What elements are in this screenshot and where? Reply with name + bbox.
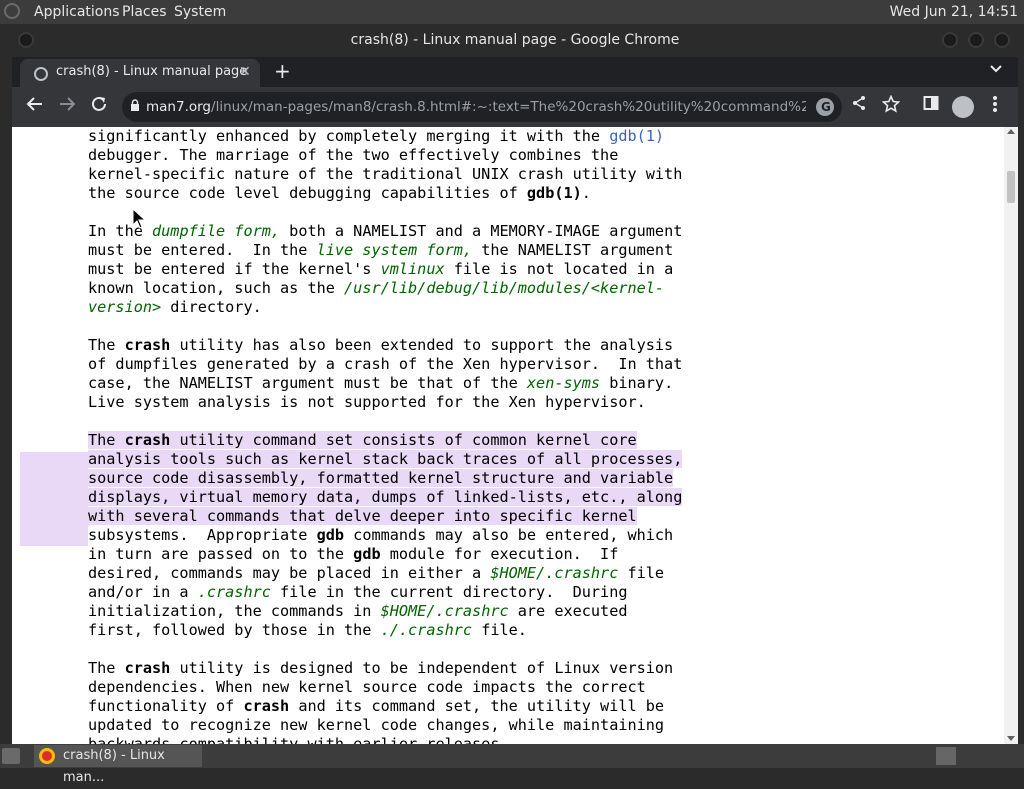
tab-strip: crash(8) - Linux manual page ✕ + [12,57,1018,89]
distro-logo-icon[interactable] [4,3,20,19]
show-desktop-icon[interactable] [2,748,20,764]
url-path: /linux/man-pages/man8/crash.8.html#:~:te… [211,99,806,115]
mouse-cursor-icon [132,208,146,229]
globe-icon [34,67,48,81]
browser-toolbar: man7.org/linux/man-pages/man8/crash.8.ht… [12,87,1018,127]
man-paragraph-highlighted: The crash utility command set consists o… [88,431,683,639]
chrome-icon [39,748,55,764]
man-paragraph: In the dumpfile form, both a NAMELIST an… [88,222,683,316]
scroll-down-arrow-icon[interactable] [1007,736,1015,741]
profile-icon[interactable] [952,96,974,118]
close-window-icon[interactable] [994,32,1010,48]
clock[interactable]: Wed Jun 21, 14:51 [890,0,1018,24]
forward-arrow-icon[interactable] [56,95,78,117]
google-lens-icon[interactable]: G [816,98,834,116]
man-paragraph: The crash utility has also been extended… [88,336,683,411]
taskbar-window-button[interactable]: crash(8) - Linux man... [34,745,202,785]
tab-crash-man-page[interactable]: crash(8) - Linux manual page ✕ [20,59,260,89]
browser-window: crash(8) - Linux manual page - Google Ch… [12,24,1018,744]
taskbar: crash(8) - Linux man... [0,744,1024,785]
applications-menu[interactable]: Applications [34,0,120,24]
places-menu[interactable]: Places [122,0,167,24]
gdb-link[interactable]: gdb(1) [609,127,664,145]
tray-chrome-icon[interactable] [936,747,956,765]
url-host: man7.org [146,99,212,115]
tab-title: crash(8) - Linux manual page [56,64,248,79]
top-panel: Applications Places System Wed Jun 21, 1… [0,0,1024,24]
side-panel-icon[interactable] [920,95,942,117]
system-menu[interactable]: System [174,0,226,24]
reload-icon[interactable] [88,95,110,117]
new-tab-button[interactable]: + [274,59,291,83]
star-icon[interactable] [880,94,902,117]
address-bar[interactable]: man7.org/linux/man-pages/man8/crash.8.ht… [122,92,842,122]
window-title: crash(8) - Linux manual page - Google Ch… [350,32,680,48]
maximize-icon[interactable] [968,32,984,48]
tab-close-icon[interactable]: ✕ [239,59,251,85]
page-content[interactable]: significantly enhanced by completely mer… [12,127,1004,744]
kebab-menu-icon[interactable] [984,95,1006,117]
window-titlebar[interactable]: crash(8) - Linux manual page - Google Ch… [12,24,1018,57]
taskbar-window-label: crash(8) - Linux man... [63,748,165,785]
url-text[interactable]: man7.org/linux/man-pages/man8/crash.8.ht… [146,92,806,122]
vertical-scrollbar[interactable] [1004,127,1018,744]
man-paragraph: The crash utility is designed to be inde… [88,659,674,744]
text-fragment-highlight [20,452,88,546]
minimize-icon[interactable] [942,32,958,48]
tab-search-chevron-icon[interactable] [990,61,1002,77]
lock-icon[interactable] [130,99,140,111]
scrollbar-thumb[interactable] [1007,171,1015,203]
share-icon[interactable] [848,95,870,117]
back-arrow-icon[interactable] [24,95,46,117]
scroll-up-arrow-icon[interactable] [1007,129,1015,134]
man-paragraph: significantly enhanced by completely mer… [88,127,683,202]
